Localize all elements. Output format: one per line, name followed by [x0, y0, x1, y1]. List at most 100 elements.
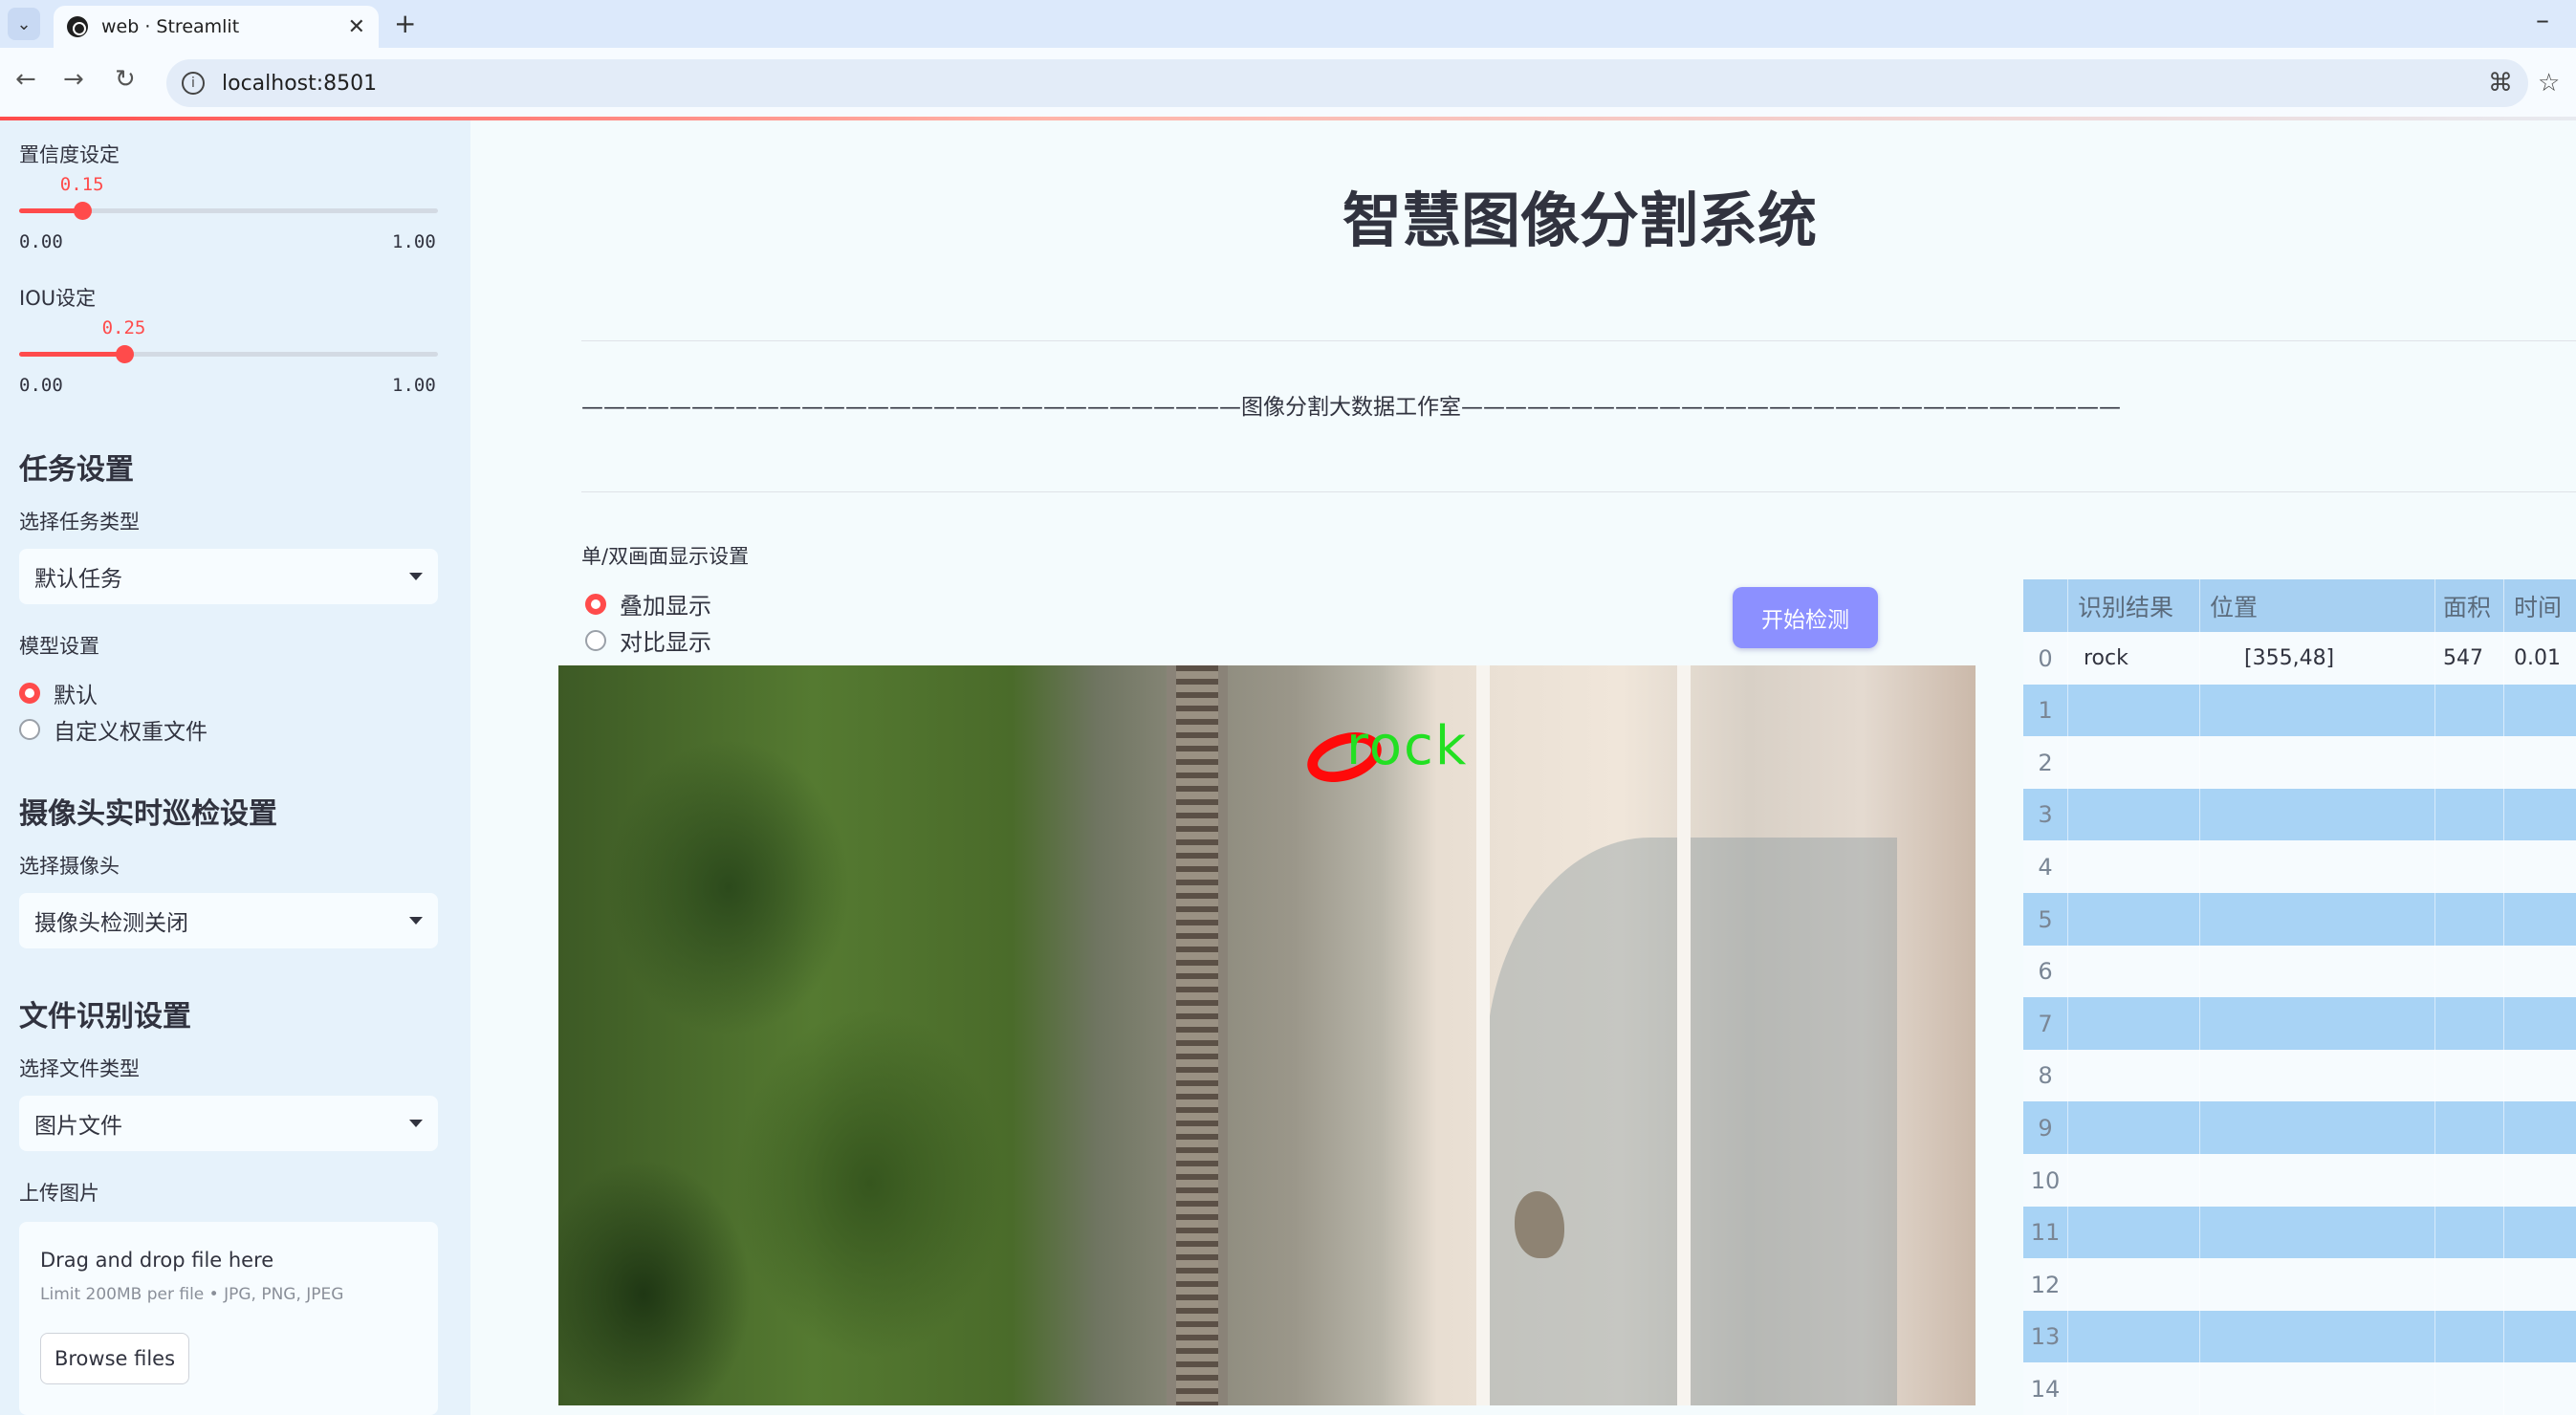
cell-area — [2434, 736, 2503, 790]
upload-label: 上传图片 — [19, 1182, 99, 1205]
cell-result — [2067, 893, 2199, 946]
camera-select-value: 摄像头检测关闭 — [34, 911, 188, 936]
file-dropzone[interactable]: Drag and drop file here Limit 200MB per … — [19, 1222, 438, 1415]
iou-slider-thumb[interactable] — [115, 345, 134, 363]
divider — [581, 491, 2576, 492]
forward-arrow-icon[interactable]: → — [63, 65, 84, 94]
cell-time — [2503, 1258, 2576, 1312]
header-position[interactable]: 位置 — [2199, 579, 2434, 632]
header-area[interactable]: 面积 — [2434, 579, 2503, 632]
model-option-custom[interactable]: 自定义权重文件 — [19, 713, 207, 746]
cell-position — [2199, 736, 2434, 790]
display-option-compare[interactable]: 对比显示 — [585, 623, 711, 657]
url-field[interactable]: i localhost:8501 — [166, 59, 2528, 107]
model-option-default[interactable]: 默认 — [19, 677, 98, 709]
radio-unselected-icon — [19, 719, 40, 740]
cell-time — [2503, 1206, 2576, 1259]
cell-time — [2503, 684, 2576, 737]
cell-position — [2199, 1310, 2434, 1363]
cell-result: rock — [2067, 632, 2199, 685]
confidence-slider-thumb[interactable] — [73, 202, 92, 220]
cell-result — [2067, 945, 2199, 998]
radio-selected-icon — [585, 593, 606, 615]
browse-files-button[interactable]: Browse files — [40, 1333, 189, 1384]
header-result[interactable]: 识别结果 — [2067, 579, 2199, 632]
table-row[interactable]: 11 — [2023, 1206, 2576, 1259]
cell-area — [2434, 684, 2503, 737]
camera-select[interactable]: 摄像头检测关闭 — [19, 893, 438, 948]
table-row[interactable]: 0 rock [355,48] 547 0.01 — [2023, 632, 2576, 685]
table-row[interactable]: 12 — [2023, 1258, 2576, 1312]
streamlit-favicon-icon — [67, 16, 88, 37]
iou-slider[interactable] — [19, 345, 438, 363]
results-table[interactable]: 识别结果 位置 面积 时间 0 rock [355,48] 547 0.01 1 2 3 4 5 6… — [2023, 579, 2576, 1415]
cell-area — [2434, 1362, 2503, 1415]
cell-position — [2199, 1154, 2434, 1207]
table-row[interactable]: 2 — [2023, 736, 2576, 790]
display-mode-label: 单/双画面显示设置 — [581, 545, 750, 568]
iou-slider-fill — [19, 352, 124, 357]
cell-area: 547 — [2434, 632, 2503, 685]
task-settings-heading: 任务设置 — [19, 453, 134, 487]
table-row[interactable]: 1 — [2023, 684, 2576, 737]
cell-area — [2434, 945, 2503, 998]
address-bar-row: ← → ↻ i localhost:8501 ⌘ ☆ — [0, 48, 2576, 117]
display-option-overlay[interactable]: 叠加显示 — [585, 587, 711, 620]
model-option-label: 自定义权重文件 — [54, 720, 207, 745]
table-row[interactable]: 8 — [2023, 1049, 2576, 1102]
railway-track — [1170, 665, 1222, 1405]
cell-area — [2434, 1258, 2503, 1312]
iou-label: IOU设定 — [19, 287, 97, 310]
reload-icon[interactable]: ↻ — [115, 65, 136, 94]
table-row[interactable]: 14 — [2023, 1362, 2576, 1415]
close-tab-icon[interactable]: ✕ — [348, 15, 365, 39]
dropzone-limit: Limit 200MB per file • JPG, PNG, JPEG — [40, 1285, 344, 1304]
iou-min: 0.00 — [19, 375, 63, 396]
table-row[interactable]: 5 — [2023, 893, 2576, 946]
cell-position — [2199, 1049, 2434, 1102]
table-row[interactable]: 4 — [2023, 840, 2576, 894]
site-info-icon[interactable]: i — [182, 72, 205, 95]
table-row[interactable]: 6 — [2023, 945, 2576, 998]
window-minimize-icon[interactable]: – — [2536, 4, 2549, 35]
confidence-slider[interactable] — [19, 202, 438, 220]
cell-position — [2199, 1362, 2434, 1415]
browser-tab[interactable]: web · Streamlit ✕ — [54, 6, 379, 48]
cell-area — [2434, 1310, 2503, 1363]
display-option-label: 对比显示 — [620, 629, 711, 656]
table-row[interactable]: 10 — [2023, 1154, 2576, 1207]
header-time[interactable]: 时间 — [2503, 579, 2576, 632]
row-index: 14 — [2030, 1375, 2061, 1403]
table-row[interactable]: 7 — [2023, 997, 2576, 1051]
cell-result — [2067, 1258, 2199, 1312]
iou-max: 1.00 — [392, 375, 436, 396]
confidence-slider-fill — [19, 208, 82, 213]
radio-selected-icon — [19, 683, 40, 704]
start-detection-button[interactable]: 开始检测 — [1733, 587, 1878, 648]
chevron-down-icon — [409, 1120, 423, 1127]
cell-area — [2434, 1206, 2503, 1259]
browser-tab-bar: ⌄ web · Streamlit ✕ + – — [0, 0, 2576, 48]
row-index: 2 — [2038, 749, 2053, 776]
back-arrow-icon[interactable]: ← — [15, 65, 36, 94]
bookmark-star-icon[interactable]: ☆ — [2538, 69, 2560, 98]
cell-time — [2503, 840, 2576, 894]
row-index: 12 — [2030, 1271, 2061, 1298]
tab-search-chevron-icon[interactable]: ⌄ — [8, 8, 40, 40]
new-tab-plus-icon[interactable]: + — [394, 8, 416, 39]
table-row[interactable]: 13 — [2023, 1310, 2576, 1363]
file-settings-heading: 文件识别设置 — [19, 1000, 191, 1034]
task-type-select[interactable]: 默认任务 — [19, 549, 438, 604]
dropzone-title: Drag and drop file here — [40, 1249, 274, 1272]
row-index: 7 — [2038, 1010, 2053, 1037]
display-option-label: 叠加显示 — [620, 593, 711, 620]
cell-position: [355,48] — [2199, 632, 2434, 685]
cell-area — [2434, 1101, 2503, 1155]
file-type-select[interactable]: 图片文件 — [19, 1096, 438, 1151]
cell-time — [2503, 997, 2576, 1051]
translate-icon[interactable]: ⌘ — [2488, 69, 2513, 98]
cell-result — [2067, 1362, 2199, 1415]
table-row[interactable]: 9 — [2023, 1101, 2576, 1155]
model-option-label: 默认 — [54, 684, 98, 708]
table-row[interactable]: 3 — [2023, 788, 2576, 841]
